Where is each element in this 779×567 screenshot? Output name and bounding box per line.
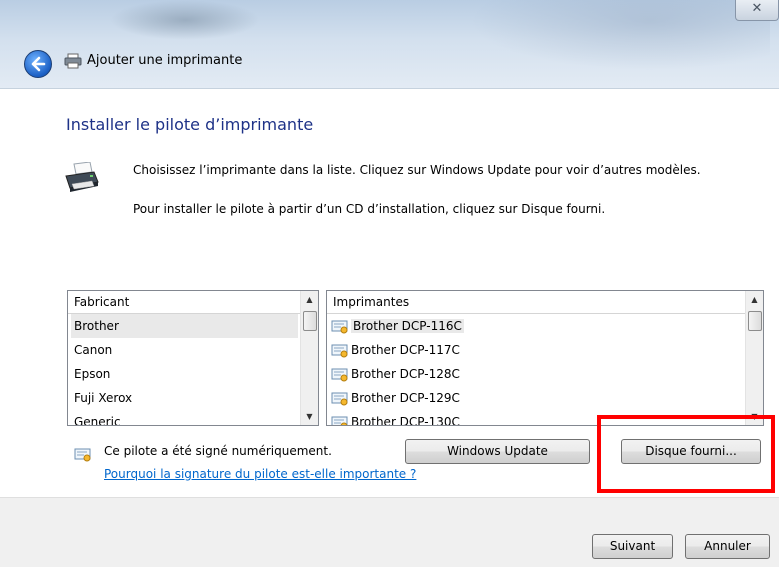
background-blur xyxy=(470,0,770,70)
cancel-button[interactable]: Annuler xyxy=(685,534,770,559)
manufacturer-column-header[interactable]: Fabricant xyxy=(68,291,301,314)
printer-driver-icon xyxy=(331,368,348,381)
close-button[interactable]: ✕ xyxy=(735,0,779,21)
printer-item-label: Brother DCP-128C xyxy=(351,367,460,381)
scroll-up-arrow-icon[interactable]: ▲ xyxy=(301,291,318,308)
highlight-annotation xyxy=(597,415,775,493)
back-arrow-icon xyxy=(31,56,46,72)
title-bar: ✕ Ajouter une imprimante xyxy=(0,0,779,88)
manufacturer-items: Brother Canon Epson Fuji Xerox Generic xyxy=(68,314,301,425)
printer-illustration-icon xyxy=(65,162,99,192)
next-button[interactable]: Suivant xyxy=(592,534,673,559)
page-heading: Installer le pilote d’imprimante xyxy=(66,115,314,134)
signature-info-link[interactable]: Pourquoi la signature du pilote est-elle… xyxy=(104,467,416,481)
scroll-down-arrow-icon[interactable]: ▼ xyxy=(301,408,318,425)
instruction-text: Pour installer le pilote à partir d’un C… xyxy=(133,202,606,216)
printer-items: Brother DCP-116C Brother DCP-117C Brothe… xyxy=(327,314,746,425)
signature-status-text: Ce pilote a été signé numériquement. xyxy=(104,444,332,458)
printer-driver-icon xyxy=(331,392,348,405)
printer-driver-icon xyxy=(331,320,348,333)
printer-list[interactable]: Imprimantes Brother DCP-116C Brother DCP… xyxy=(326,290,764,426)
scrollbar-thumb[interactable] xyxy=(303,311,317,331)
printer-item-label: Brother DCP-117C xyxy=(351,343,460,357)
printer-item-label: Brother DCP-130C xyxy=(351,415,460,425)
windows-update-button[interactable]: Windows Update xyxy=(405,439,590,464)
scrollbar-thumb[interactable] xyxy=(748,311,762,331)
printer-column-header[interactable]: Imprimantes xyxy=(327,291,746,314)
instruction-text: Choisissez l’imprimante dans la liste. C… xyxy=(133,163,701,177)
manufacturer-list[interactable]: Fabricant Brother Canon Epson Fuji Xerox… xyxy=(67,290,319,426)
printer-item[interactable]: Brother DCP-129C xyxy=(327,386,746,410)
printer-item[interactable]: Brother DCP-128C xyxy=(327,362,746,386)
manufacturer-item[interactable]: Generic xyxy=(68,410,301,425)
printer-driver-icon xyxy=(331,416,348,425)
printer-item-label: Brother DCP-116C xyxy=(351,319,464,333)
manufacturer-scrollbar[interactable]: ▲ ▼ xyxy=(300,291,318,425)
manufacturer-item[interactable]: Epson xyxy=(68,362,301,386)
printer-item[interactable]: Brother DCP-116C xyxy=(327,314,746,338)
window-title: Ajouter une imprimante xyxy=(87,53,243,68)
printer-item-label: Brother DCP-129C xyxy=(351,391,460,405)
scroll-up-arrow-icon[interactable]: ▲ xyxy=(746,291,763,308)
manufacturer-item[interactable]: Canon xyxy=(68,338,301,362)
back-button[interactable] xyxy=(24,50,52,78)
printer-item[interactable]: Brother DCP-117C xyxy=(327,338,746,362)
printer-scrollbar[interactable]: ▲ ▼ xyxy=(745,291,763,425)
manufacturer-item[interactable]: Brother xyxy=(71,314,298,338)
manufacturer-item[interactable]: Fuji Xerox xyxy=(68,386,301,410)
printer-icon xyxy=(64,53,82,69)
background-blur xyxy=(110,0,260,40)
signed-driver-icon xyxy=(74,448,91,462)
printer-driver-icon xyxy=(331,344,348,357)
